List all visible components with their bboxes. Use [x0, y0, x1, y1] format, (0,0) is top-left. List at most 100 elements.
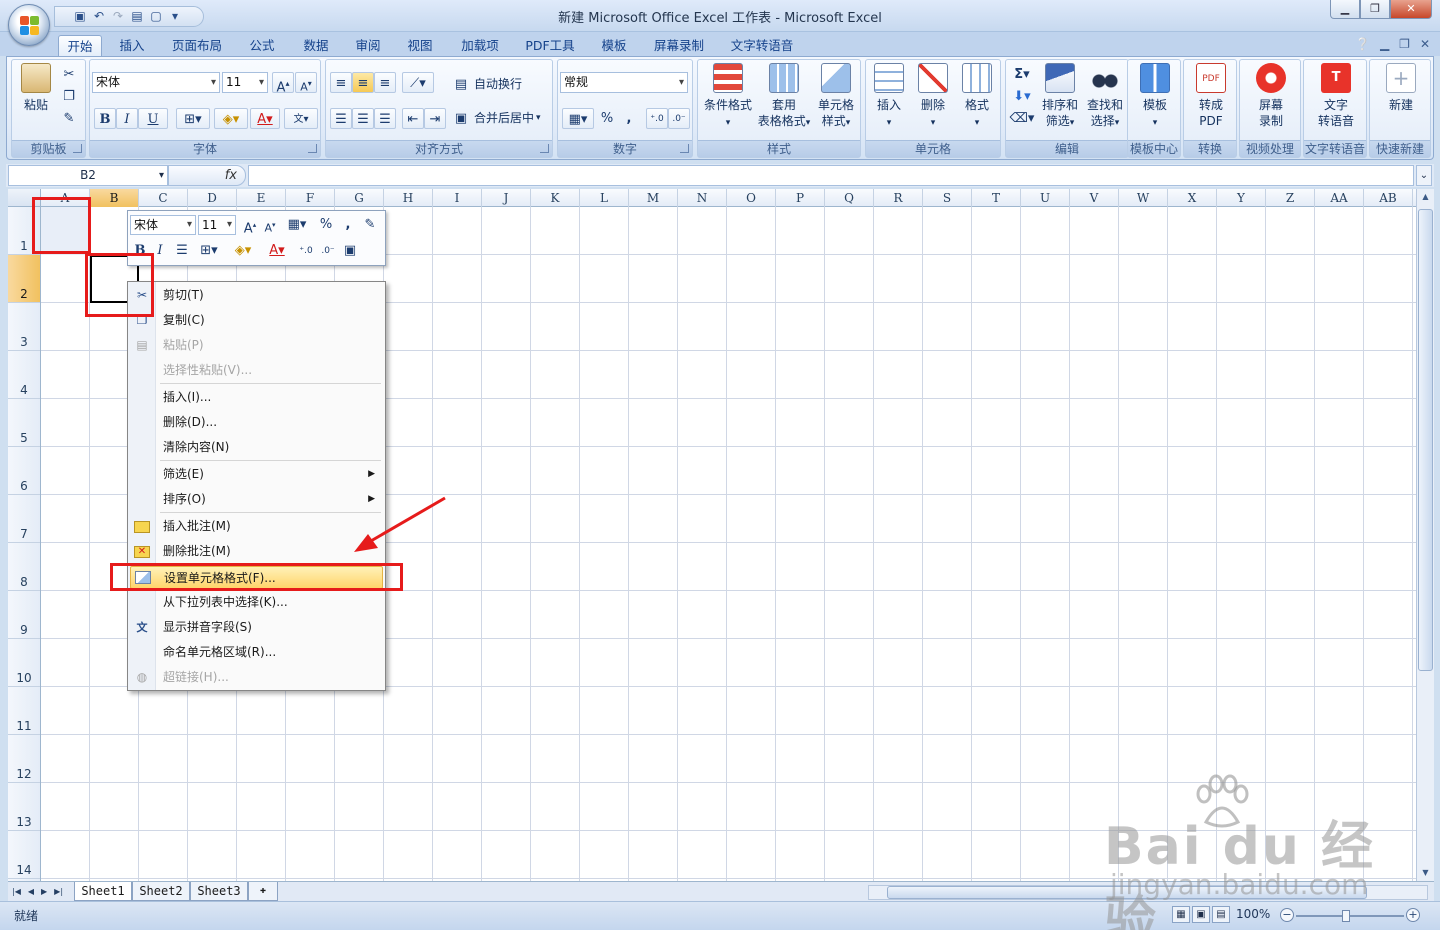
office-button[interactable] — [8, 4, 50, 46]
font-name-combo[interactable]: 宋体 — [92, 72, 220, 93]
row-header[interactable]: 12 — [8, 735, 40, 783]
tab-addins[interactable]: 加载项 — [452, 35, 508, 56]
tab-text-to-speech[interactable]: 文字转语音 — [724, 35, 800, 56]
menu-item-filter[interactable]: 筛选(E) ▶ — [130, 463, 383, 486]
column-header[interactable]: W — [1119, 189, 1168, 207]
font-size-combo[interactable]: 11 — [222, 72, 268, 93]
fill-icon[interactable]: ⬇▾ — [1008, 86, 1036, 107]
column-header[interactable]: I — [433, 189, 482, 207]
column-header[interactable]: H — [384, 189, 433, 207]
column-header[interactable]: Z — [1266, 189, 1315, 207]
column-header[interactable]: U — [1021, 189, 1070, 207]
column-header[interactable]: J — [482, 189, 531, 207]
expand-formula-icon[interactable]: ⌄ — [1416, 165, 1432, 186]
underline-button[interactable]: U — [138, 108, 168, 129]
column-header[interactable]: X — [1168, 189, 1217, 207]
menu-item-cut[interactable]: ✂ 剪切(T) — [130, 284, 383, 307]
ribbon-close-icon[interactable]: ✕ — [1420, 37, 1430, 51]
font-launcher-icon[interactable] — [308, 144, 317, 153]
align-bottom-icon[interactable]: ≡ — [374, 72, 396, 93]
row-header[interactable]: 9 — [8, 591, 40, 639]
phonetic-icon[interactable]: 文▾ — [284, 108, 318, 129]
cell-styles-button[interactable]: 单元格 样式▾ — [812, 63, 860, 131]
mini-format-painter-icon[interactable]: ✎ — [360, 215, 380, 235]
mini-merge-icon[interactable]: ▣ — [340, 241, 360, 261]
menu-item-clear-contents[interactable]: 清除内容(N) — [130, 436, 383, 459]
mini-font-color-icon[interactable]: A▾ — [262, 241, 292, 261]
comma-button[interactable]: , — [618, 108, 640, 129]
mini-fill-color-icon[interactable]: ◈▾ — [228, 241, 258, 261]
formula-input[interactable] — [248, 165, 1414, 186]
increase-decimal-icon[interactable]: ⁺.0 — [646, 108, 668, 129]
paste-button[interactable]: 粘贴 — [18, 63, 54, 113]
tab-insert[interactable]: 插入 — [110, 35, 154, 56]
fill-color-icon[interactable]: ◈▾ — [214, 108, 248, 129]
close-button[interactable]: ✕ — [1390, 0, 1432, 19]
column-header[interactable]: R — [874, 189, 923, 207]
merge-center-button[interactable]: 合并后居中 — [474, 108, 534, 129]
column-header[interactable]: V — [1070, 189, 1119, 207]
prev-sheet-icon[interactable]: ◀ — [28, 884, 34, 899]
first-sheet-icon[interactable]: |◀ — [12, 884, 21, 899]
scroll-up-icon[interactable]: ▲ — [1418, 189, 1433, 205]
column-header[interactable]: T — [972, 189, 1021, 207]
merge-center-icon[interactable]: ▣ — [452, 108, 470, 129]
column-header[interactable]: S — [923, 189, 972, 207]
tab-review[interactable]: 审阅 — [346, 35, 390, 56]
shrink-font-icon[interactable]: A▾ — [295, 72, 317, 94]
column-header[interactable]: E — [237, 189, 286, 207]
number-launcher-icon[interactable] — [680, 144, 689, 153]
row-header[interactable]: 10 — [8, 639, 40, 687]
number-format-combo[interactable]: 常规 — [560, 72, 688, 93]
menu-item-copy[interactable]: ❐ 复制(C) — [130, 309, 383, 332]
template-button[interactable]: 模板 ▾ — [1130, 63, 1180, 131]
name-box[interactable]: B2 — [8, 165, 168, 186]
ribbon-minimize-icon[interactable]: ▁ — [1380, 37, 1389, 51]
mini-font-combo[interactable]: 宋体 — [130, 215, 196, 235]
scroll-down-icon[interactable]: ▼ — [1418, 865, 1433, 881]
menu-item-delete[interactable]: 删除(D)... — [130, 411, 383, 434]
grow-font-icon[interactable]: A▴ — [272, 72, 294, 95]
insert-cells-button[interactable]: 插入 ▾ — [868, 63, 910, 131]
sheet-tab-2[interactable]: Sheet2 — [132, 882, 190, 901]
vertical-scrollbar[interactable]: ▲ ▼ — [1416, 189, 1434, 881]
vertical-scroll-thumb[interactable] — [1418, 209, 1433, 671]
mini-size-combo[interactable]: 11 — [198, 215, 236, 235]
decrease-indent-icon[interactable]: ⇤ — [402, 108, 424, 129]
accounting-format-icon[interactable]: ▦▾ — [562, 108, 594, 129]
mini-decrease-decimal-icon[interactable]: .0⁻ — [318, 241, 338, 261]
minimize-button[interactable]: ▁ — [1330, 0, 1360, 19]
increase-indent-icon[interactable]: ⇥ — [424, 108, 446, 129]
conditional-formatting-button[interactable]: 条件格式 ▾ — [700, 63, 756, 131]
next-sheet-icon[interactable]: ▶ — [41, 884, 47, 899]
menu-item-pick-from-list[interactable]: 从下拉列表中选择(K)... — [130, 591, 383, 614]
insert-sheet-icon[interactable]: ✚ — [248, 882, 278, 901]
mini-border-icon[interactable]: ⊞▾ — [194, 241, 224, 261]
delete-cells-button[interactable]: 删除 ▾ — [912, 63, 954, 131]
row-header[interactable]: 7 — [8, 495, 40, 543]
mini-align-center-icon[interactable]: ☰ — [172, 241, 192, 261]
ribbon-restore-icon[interactable]: ❐ — [1399, 37, 1410, 51]
row-header[interactable]: 4 — [8, 351, 40, 399]
format-as-table-button[interactable]: 套用 表格格式▾ — [754, 63, 814, 131]
tab-templates[interactable]: 模板 — [592, 35, 636, 56]
menu-item-define-name[interactable]: 命名单元格区域(R)... — [130, 641, 383, 664]
column-header[interactable]: C — [139, 189, 188, 207]
mini-increase-decimal-icon[interactable]: ⁺.0 — [296, 241, 316, 261]
italic-button[interactable]: I — [116, 108, 138, 129]
find-select-button[interactable]: 查找和 选择▾ — [1082, 63, 1128, 131]
orientation-icon[interactable]: ⟋▾ — [402, 72, 434, 93]
autosum-icon[interactable]: Σ▾ — [1008, 64, 1036, 85]
maximize-button[interactable]: ❐ — [1360, 0, 1390, 19]
align-center-icon[interactable]: ☰ — [352, 108, 374, 129]
row-header[interactable]: 8 — [8, 543, 40, 591]
mini-accounting-icon[interactable]: ▦▾ — [282, 215, 312, 235]
column-header[interactable]: B — [90, 189, 139, 207]
insert-function-button[interactable]: fx — [168, 165, 246, 186]
mini-grow-font-icon[interactable]: A▴ — [240, 215, 260, 236]
row-header[interactable]: 11 — [8, 687, 40, 735]
tab-formulas[interactable]: 公式 — [240, 35, 284, 56]
sheet-tab-3[interactable]: Sheet3 — [190, 882, 248, 901]
wrap-text-button[interactable]: 自动换行 — [474, 74, 522, 95]
tab-home[interactable]: 开始 — [58, 35, 102, 56]
